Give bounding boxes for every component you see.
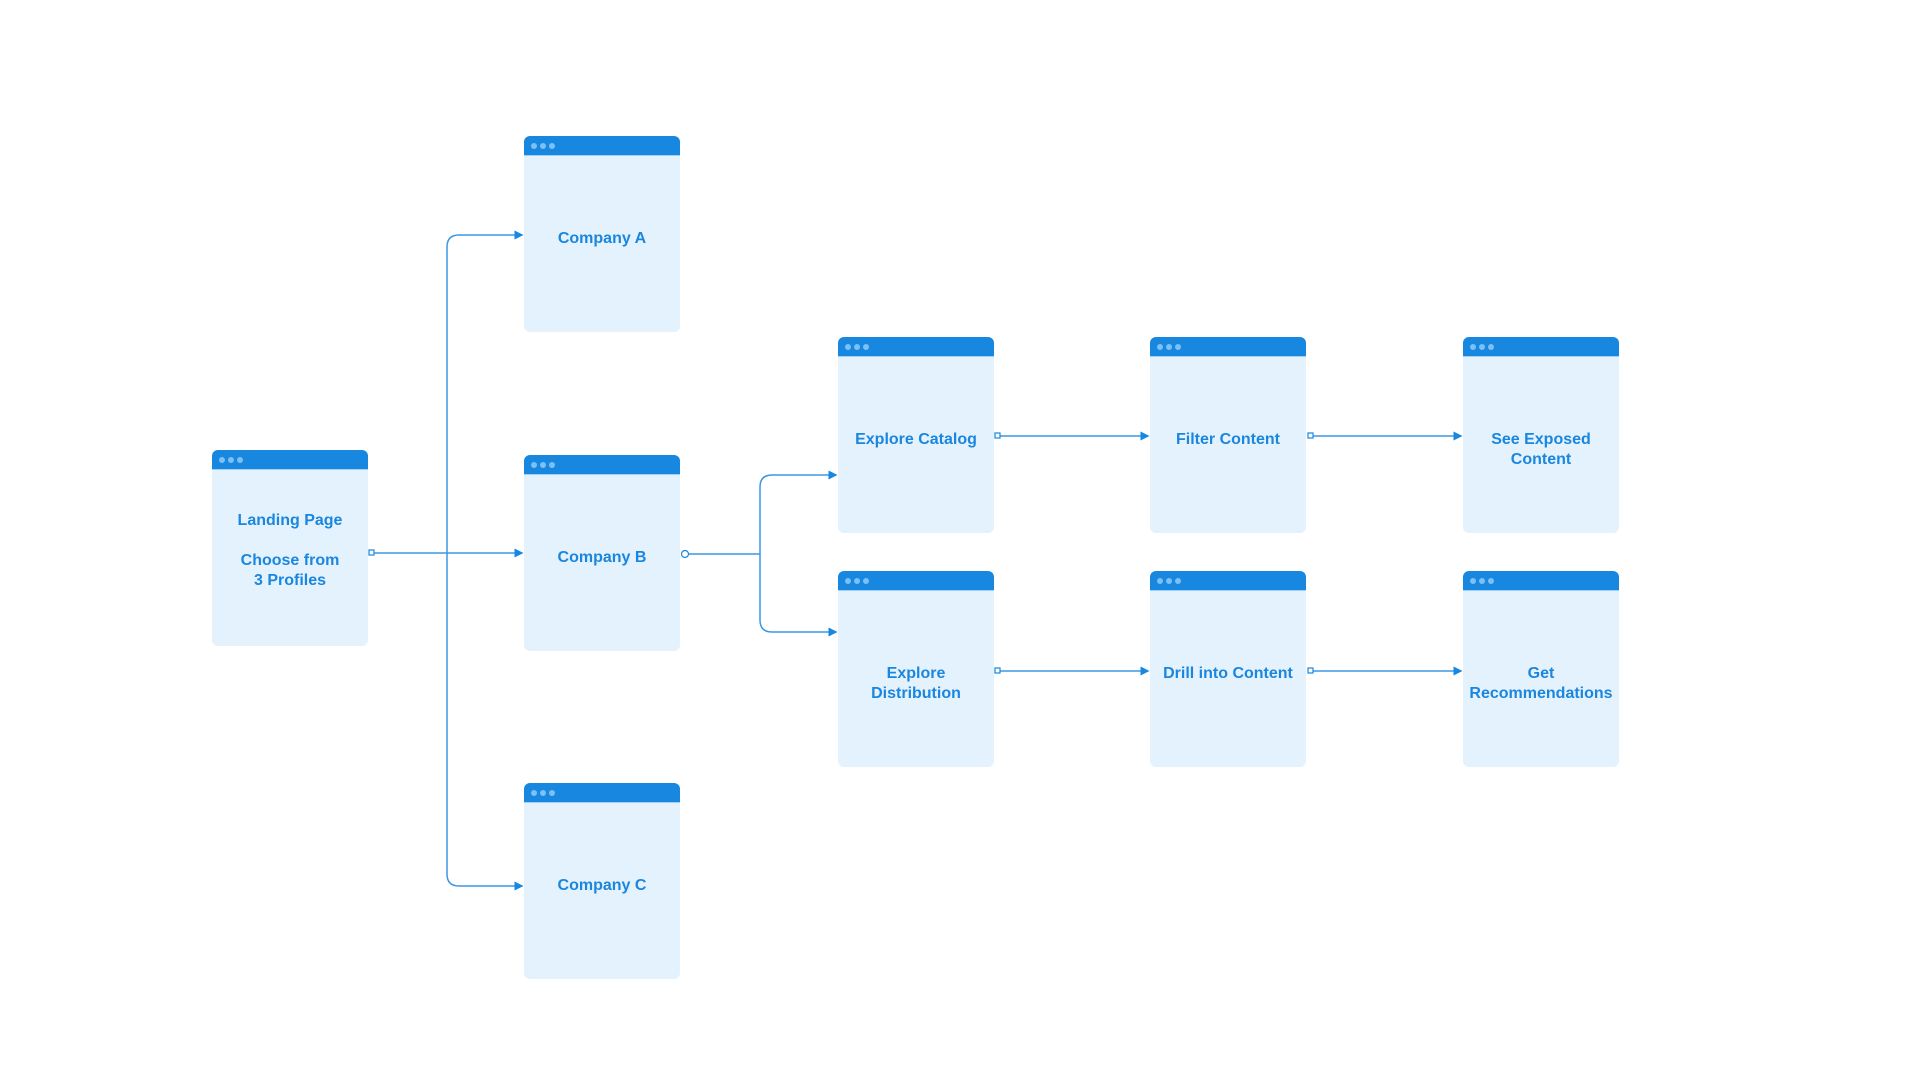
node-label: Filter Content [1150,430,1306,450]
window-dot-icon [1470,343,1476,350]
window-dot-icon [1175,577,1181,584]
node-explore-catalog[interactable]: Explore Catalog [838,337,994,533]
window-header [524,783,680,803]
node-get-recommendations[interactable]: Get Recommendations [1463,571,1619,767]
node-label: Get Recommendations [1463,664,1619,704]
window-dot-icon [237,456,243,463]
port-filter [1307,432,1314,439]
node-company-a[interactable]: Company A [524,136,680,332]
window-dot-icon [549,789,555,796]
node-label-line: Choose from [240,552,340,569]
window-dot-icon [549,461,555,468]
node-label-line: Drill into Content [1163,665,1293,682]
window-dot-icon [1479,577,1485,584]
port-distribution [994,667,1001,674]
edge-company-b-explore-distribution [759,554,838,637]
window-header [524,136,680,156]
window-dot-icon [219,456,225,463]
port-drill [1307,667,1314,674]
window-dot-icon [1157,343,1163,350]
node-landing[interactable]: Landing Page Choose from 3 Profiles [212,450,368,646]
window-dot-icon [1157,577,1163,584]
node-label-line: 3 Profiles [253,572,327,589]
window-dot-icon [531,461,537,468]
node-see-exposed-content[interactable]: See Exposed Content [1463,337,1619,533]
window-header [212,450,368,470]
node-drill-into-content[interactable]: Drill into Content [1150,571,1306,767]
port-catalog [994,432,1001,439]
window-dot-icon [1488,343,1494,350]
edge-landing-company-c [446,553,524,891]
node-explore-distribution[interactable]: Explore Distribution [838,571,994,767]
node-label-line: Company B [557,549,647,566]
window-dot-icon [1479,343,1485,350]
window-header [524,455,680,475]
node-label-line: Recommendations [1469,685,1613,702]
window-dot-icon [854,343,860,350]
port-company-b [680,549,690,559]
window-dot-icon [540,142,546,149]
node-label: Company C [524,876,680,896]
window-dot-icon [228,456,234,463]
node-company-b[interactable]: Company B [524,455,680,651]
window-dot-icon [531,142,537,149]
node-label: Company A [524,229,680,249]
node-label: Explore Catalog [838,430,994,450]
node-label-line: Company A [557,230,647,247]
node-label-line: Get [1527,665,1555,682]
window-dot-icon [1166,343,1172,350]
port-landing [368,549,375,556]
window-dot-icon [549,142,555,149]
edge-company-b-explore-catalog [685,470,838,555]
window-header [1150,337,1306,357]
window-header [838,571,994,591]
window-header [1463,337,1619,357]
window-dot-icon [540,789,546,796]
window-dot-icon [540,461,546,468]
window-dot-icon [1166,577,1172,584]
window-dot-icon [1175,343,1181,350]
window-dot-icon [1470,577,1476,584]
node-company-c[interactable]: Company C [524,783,680,979]
node-label: See Exposed Content [1463,430,1619,470]
edge-landing-company-a [446,230,524,553]
node-label-line: Company C [557,877,647,894]
window-dot-icon [531,789,537,796]
node-label: Drill into Content [1150,664,1306,684]
node-label-line: Landing Page [237,512,343,529]
window-dot-icon [863,577,869,584]
window-header [1463,571,1619,591]
window-dot-icon [863,343,869,350]
node-label: Landing Page Choose from 3 Profiles [212,511,368,591]
window-header [1150,571,1306,591]
window-dot-icon [845,577,851,584]
node-label: Explore Distribution [838,664,994,704]
node-label-line: Filter Content [1176,431,1280,448]
node-label-line: Explore [886,665,946,682]
window-dot-icon [845,343,851,350]
node-label-line: Content [1510,451,1572,468]
node-filter-content[interactable]: Filter Content [1150,337,1306,533]
node-label-line [216,531,364,551]
node-label-line: Distribution [871,685,961,702]
window-header [838,337,994,357]
window-dot-icon [854,577,860,584]
node-label-line: Explore Catalog [855,431,977,448]
node-label-line: See Exposed [1491,431,1591,448]
window-dot-icon [1488,577,1494,584]
node-label: Company B [524,548,680,568]
